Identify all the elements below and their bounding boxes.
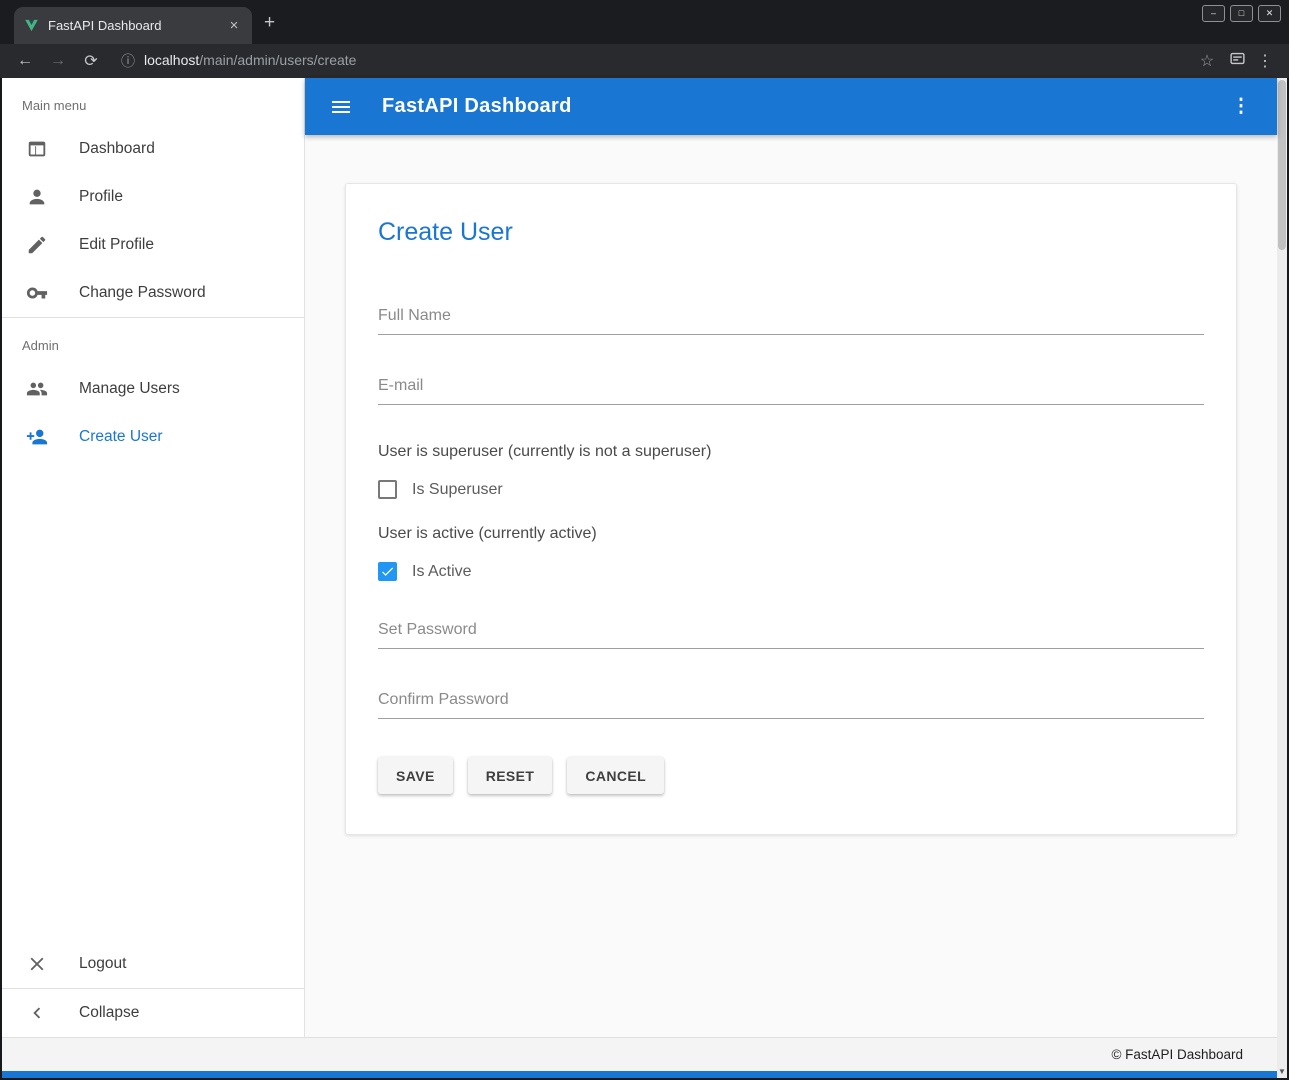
tab-close-icon[interactable]: ×	[226, 17, 242, 34]
window-controls: – □ ✕	[1202, 5, 1281, 22]
sidebar-item-label: Edit Profile	[79, 236, 154, 254]
browser-titlebar: FastAPI Dashboard × + – □ ✕	[0, 0, 1289, 44]
active-checkbox[interactable]	[378, 562, 397, 581]
sidebar-item-label: Logout	[79, 955, 126, 973]
reset-button[interactable]: RESET	[468, 757, 553, 794]
main-region: Create User User is superuser (currently…	[305, 135, 1277, 1037]
sidebar-item-label: Create User	[79, 428, 163, 446]
url-path: /main/admin/users/create	[199, 52, 356, 68]
set-password-input[interactable]	[378, 617, 1204, 649]
scrollbar-thumb[interactable]	[1278, 80, 1286, 250]
minimize-button[interactable]: –	[1202, 5, 1225, 22]
sidebar-section-main-menu: Main menu	[2, 78, 304, 125]
new-tab-button[interactable]: +	[264, 12, 275, 34]
pencil-icon	[26, 234, 48, 256]
browser-toolbar: ← → ⟳ ⓘ localhost/main/admin/users/creat…	[0, 44, 1289, 78]
chevron-left-icon	[26, 1002, 48, 1024]
sidebar-item-edit-profile[interactable]: Edit Profile	[2, 221, 304, 269]
sidebar: Main menu Dashboard Profile	[2, 78, 305, 1037]
superuser-checkbox[interactable]	[378, 480, 397, 499]
appbar-title: FastAPI Dashboard	[382, 95, 572, 118]
browser-menu-icon[interactable]: ⋮	[1255, 51, 1275, 71]
url-host: localhost	[144, 52, 199, 68]
confirm-password-field	[378, 687, 1204, 719]
active-checkbox-row[interactable]: Is Active	[378, 562, 1204, 581]
sidebar-section-admin: Admin	[2, 318, 304, 365]
bookmark-star-icon[interactable]: ☆	[1195, 51, 1219, 71]
page-footer: © FastAPI Dashboard	[2, 1037, 1277, 1071]
extension-icon[interactable]	[1225, 50, 1249, 72]
tab-title: FastAPI Dashboard	[48, 18, 217, 33]
create-user-card: Create User User is superuser (currently…	[345, 183, 1237, 835]
page-scrollbar[interactable]: ▼	[1277, 78, 1287, 1078]
tab-favicon	[24, 18, 39, 33]
active-hint: User is active (currently active)	[378, 525, 1204, 543]
reload-icon[interactable]: ⟳	[80, 51, 102, 71]
superuser-hint: User is superuser (currently is not a su…	[378, 443, 1204, 461]
browser-tab[interactable]: FastAPI Dashboard ×	[14, 7, 252, 44]
sidebar-item-profile[interactable]: Profile	[2, 173, 304, 221]
superuser-checkbox-label: Is Superuser	[412, 481, 503, 499]
url-bar[interactable]: ⓘ localhost/main/admin/users/create	[121, 51, 1195, 71]
people-icon	[26, 378, 48, 400]
key-icon	[26, 282, 48, 304]
content-area: FastAPI Dashboard ⋮ Create User User is …	[305, 78, 1277, 1037]
set-password-field	[378, 617, 1204, 649]
person-icon	[26, 186, 48, 208]
sidebar-item-manage-users[interactable]: Manage Users	[2, 365, 304, 413]
page-title: Create User	[378, 218, 1204, 247]
close-x-icon	[26, 953, 48, 975]
footer-copyright: © FastAPI Dashboard	[1111, 1047, 1243, 1062]
superuser-checkbox-row[interactable]: Is Superuser	[378, 480, 1204, 499]
close-button[interactable]: ✕	[1258, 5, 1281, 22]
cancel-button[interactable]: CANCEL	[567, 757, 664, 794]
sidebar-item-logout[interactable]: Logout	[2, 940, 304, 988]
sidebar-item-create-user[interactable]: Create User	[2, 413, 304, 461]
back-icon[interactable]: ←	[14, 52, 36, 70]
sidebar-item-collapse[interactable]: Collapse	[2, 989, 304, 1037]
web-page: Main menu Dashboard Profile	[2, 78, 1287, 1078]
confirm-password-input[interactable]	[378, 687, 1204, 719]
full-name-field	[378, 303, 1204, 335]
full-name-input[interactable]	[378, 303, 1204, 335]
app-bar: FastAPI Dashboard ⋮	[305, 78, 1277, 135]
hamburger-menu-icon[interactable]	[329, 95, 353, 119]
toolbar-right: ☆ ⋮	[1195, 50, 1275, 72]
sidebar-item-label: Profile	[79, 188, 123, 206]
appbar-kebab-icon[interactable]: ⋮	[1229, 95, 1253, 118]
person-add-icon	[26, 426, 48, 448]
maximize-button[interactable]: □	[1230, 5, 1253, 22]
dashboard-icon	[26, 138, 48, 160]
active-checkbox-label: Is Active	[412, 563, 472, 581]
sidebar-spacer	[2, 461, 304, 940]
footer-accent-bar	[2, 1071, 1277, 1078]
sidebar-item-change-password[interactable]: Change Password	[2, 269, 304, 317]
sidebar-item-dashboard[interactable]: Dashboard	[2, 125, 304, 173]
form-actions: SAVE RESET CANCEL	[378, 757, 1204, 794]
sidebar-item-label: Manage Users	[79, 380, 180, 398]
sidebar-item-label: Dashboard	[79, 140, 155, 158]
email-input[interactable]	[378, 373, 1204, 405]
sidebar-item-label: Change Password	[79, 284, 206, 302]
email-field	[378, 373, 1204, 405]
sidebar-item-label: Collapse	[79, 1004, 139, 1022]
save-button[interactable]: SAVE	[378, 757, 453, 794]
forward-icon[interactable]: →	[47, 52, 69, 70]
page-info-icon[interactable]: ⓘ	[121, 51, 135, 71]
scrollbar-down-icon[interactable]: ▼	[1277, 1067, 1287, 1076]
